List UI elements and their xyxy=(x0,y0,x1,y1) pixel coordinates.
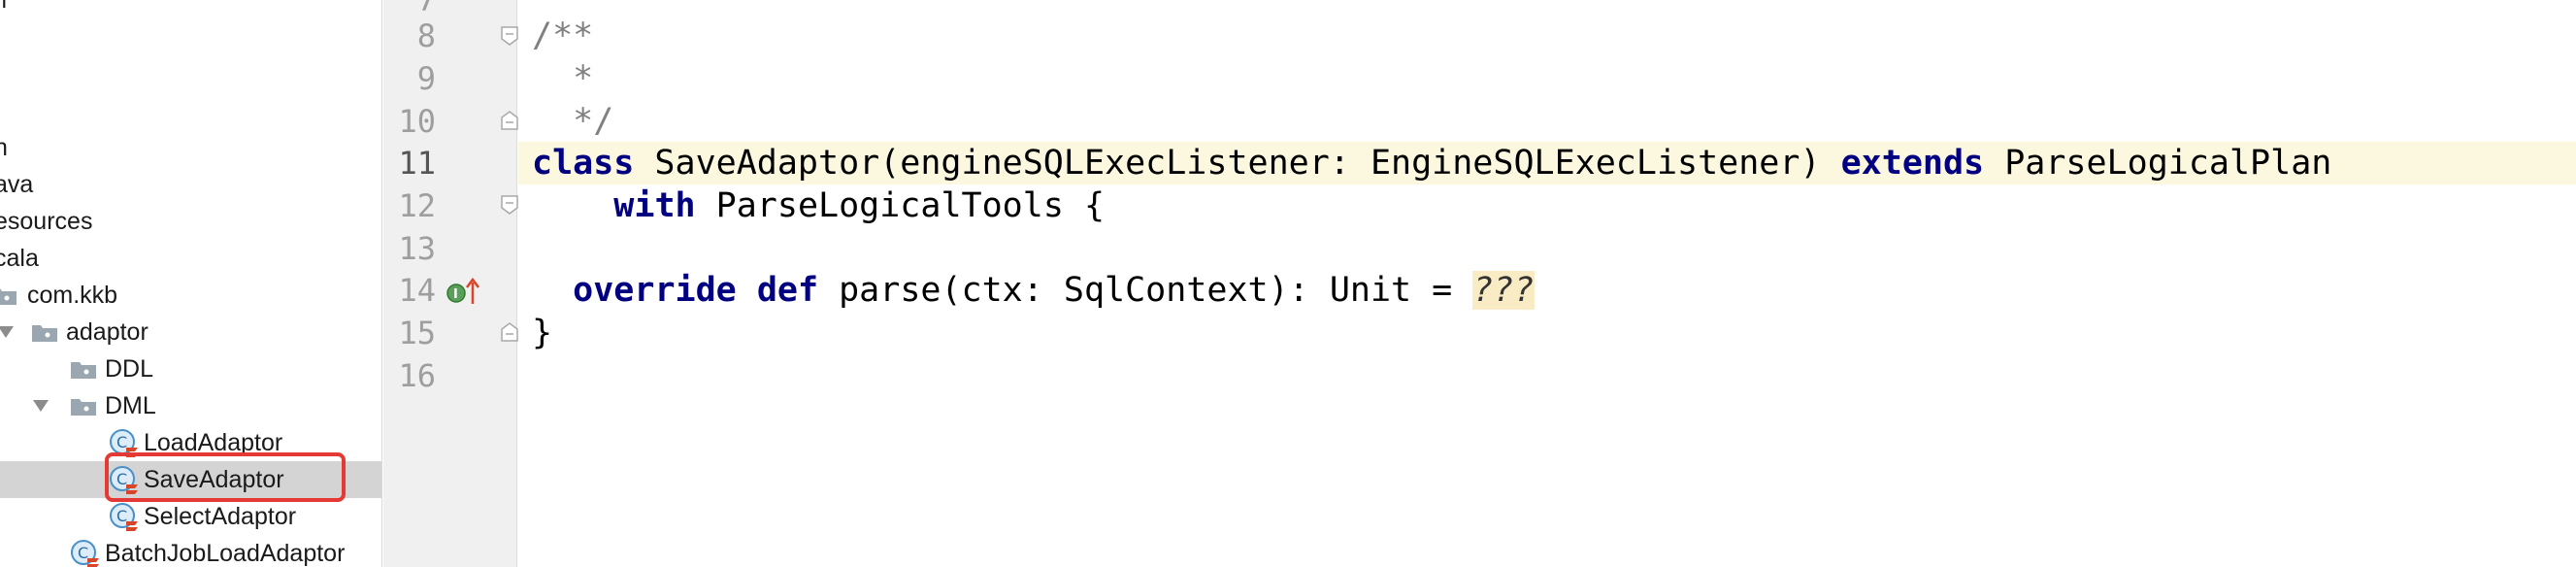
tree-item-resources[interactable]: esources xyxy=(0,203,381,240)
code-text: } xyxy=(532,314,553,352)
package-folder-icon xyxy=(0,288,17,305)
code-comment: * xyxy=(532,59,594,98)
code-keyword: def xyxy=(756,271,819,310)
code-text: parse(ctx: SqlContext): Unit = xyxy=(818,271,1473,310)
code-line-14: override def parse(ctx: SqlContext): Uni… xyxy=(518,269,2576,312)
tree-item-label: cala xyxy=(0,245,39,272)
tree-item-label: ll xyxy=(0,0,8,14)
code-line-12: with ParseLogicalTools { xyxy=(518,184,2576,227)
project-tree: ll n ava esources cala com.kkb adaptor D… xyxy=(0,0,382,567)
code-comment: /** xyxy=(532,17,594,55)
code-comment: */ xyxy=(532,102,614,141)
tree-item[interactable]: ll xyxy=(0,0,381,18)
svg-text:C: C xyxy=(116,433,127,451)
code-line-8: /** xyxy=(518,15,2576,57)
tree-item-label: DDL xyxy=(105,355,154,383)
code-line-10: */ xyxy=(518,100,2576,143)
tree-item-ddl[interactable]: DDL xyxy=(0,350,381,387)
implements-method-icon[interactable]: I xyxy=(446,277,480,306)
tree-item-scala[interactable]: cala xyxy=(0,240,381,277)
line-number: 10 xyxy=(398,103,436,140)
line-number: 15 xyxy=(398,315,436,351)
editor-gutter: 7 8 9 10 11 12 13 14 15 16 I xyxy=(383,0,519,567)
tree-item-label: BatchJobLoadAdaptor xyxy=(105,540,346,567)
code-line-11: class SaveAdaptor(engineSQLExecListener:… xyxy=(518,142,2576,184)
tree-item-label: adaptor xyxy=(66,318,149,346)
line-number: 8 xyxy=(416,17,436,54)
code-keyword: class xyxy=(532,144,635,183)
code-line-15: } xyxy=(518,312,2576,354)
scala-class-icon: C xyxy=(71,540,99,567)
scala-class-icon: C xyxy=(110,503,138,531)
line-number: 13 xyxy=(398,230,436,267)
svg-text:I: I xyxy=(453,287,458,302)
fold-end-icon[interactable] xyxy=(500,110,519,131)
package-folder-icon xyxy=(71,399,96,416)
line-number: 16 xyxy=(398,357,436,394)
tree-item-label: esources xyxy=(0,208,93,235)
tree-item-adaptor[interactable]: adaptor xyxy=(0,314,381,350)
todo-placeholder[interactable]: ??? xyxy=(1472,271,1535,310)
package-folder-icon xyxy=(71,362,96,379)
code-text: SaveAdaptor(engineSQLExecListener: Engin… xyxy=(634,144,1841,183)
line-number: 11 xyxy=(398,145,436,182)
tree-item-java[interactable]: ava xyxy=(0,166,381,203)
code-keyword: with xyxy=(613,186,696,225)
line-number: 9 xyxy=(416,60,436,97)
code-text: ParseLogicalPlan xyxy=(1984,144,2332,183)
tree-item-com-kkb[interactable]: com.kkb xyxy=(0,277,381,314)
fold-start-icon[interactable] xyxy=(500,25,519,47)
tree-item-dml[interactable]: DML xyxy=(0,387,381,424)
chevron-down-icon[interactable] xyxy=(33,400,49,412)
line-number: 12 xyxy=(398,187,436,224)
selection-highlight-box xyxy=(105,452,346,502)
code-keyword: extends xyxy=(1840,144,1985,183)
code-text: ParseLogicalTools { xyxy=(695,186,1106,225)
tree-item-selectadaptor[interactable]: C SelectAdaptor xyxy=(0,498,381,535)
fold-end-icon[interactable] xyxy=(500,321,519,343)
tree-item-batchjobloadadaptor[interactable]: C BatchJobLoadAdaptor xyxy=(0,535,381,567)
tree-item-label: SelectAdaptor xyxy=(144,503,297,530)
tree-item-label: com.kkb xyxy=(27,282,118,309)
chevron-down-icon[interactable] xyxy=(0,326,14,338)
package-folder-icon xyxy=(32,325,57,342)
tree-item-label: n xyxy=(0,129,8,166)
line-number: 14 xyxy=(398,272,436,309)
tree-item-main[interactable]: n xyxy=(0,129,381,166)
svg-text:C: C xyxy=(78,544,88,562)
code-keyword: override xyxy=(573,271,737,310)
code-line-9: * xyxy=(518,57,2576,100)
code-editor[interactable]: /** * */ class SaveAdaptor(engineSQLExec… xyxy=(518,0,2576,567)
tree-item-label: ava xyxy=(0,171,34,198)
svg-text:C: C xyxy=(116,507,127,525)
fold-start-icon[interactable] xyxy=(500,194,519,216)
tree-item-label: DML xyxy=(105,392,156,419)
